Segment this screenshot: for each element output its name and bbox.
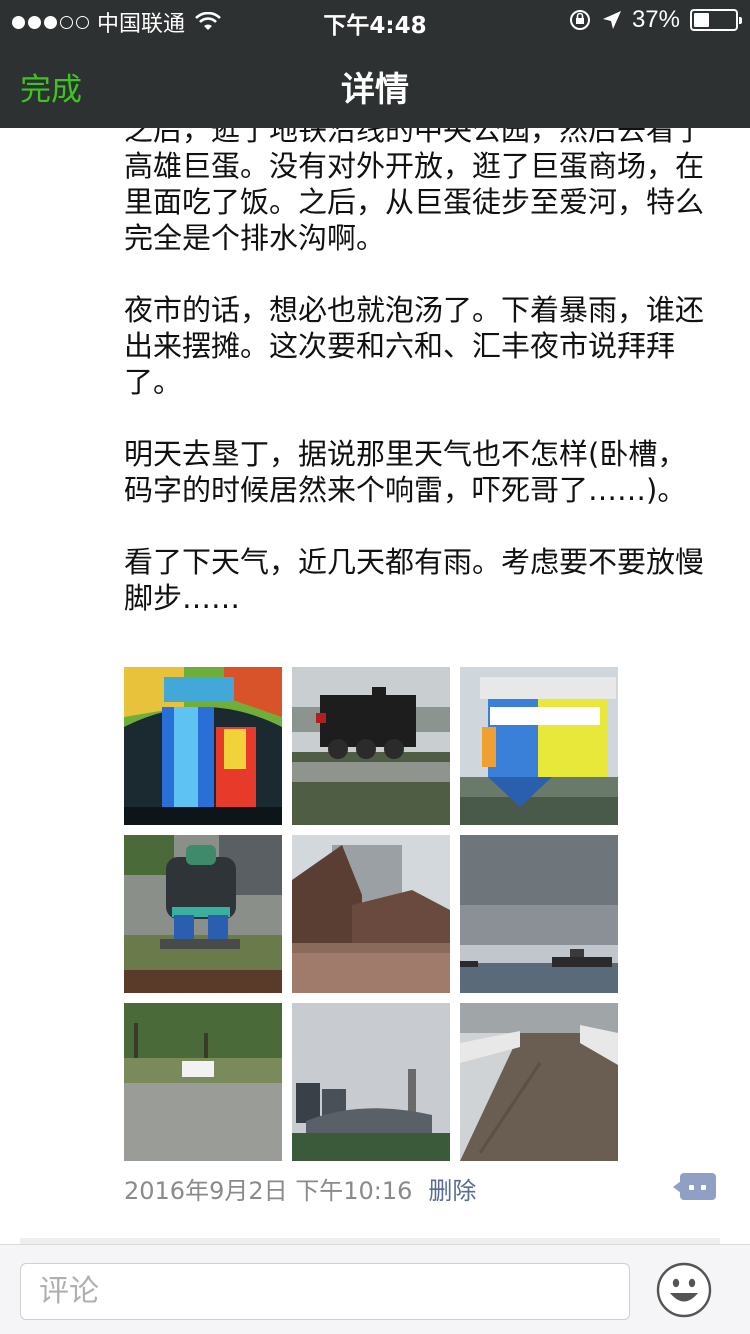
comment-bar: 评论 [0, 1244, 750, 1334]
comment-input[interactable]: 评论 [20, 1263, 630, 1320]
photo-thumbnail-5[interactable] [292, 835, 450, 993]
post-timestamp: 2016年9月2日 下午10:16 [124, 1177, 413, 1205]
post-detail: 之后，逛了地铁沿线的中央公园，然后去看了高雄巨蛋。没有对外开放，逛了巨蛋商场，在… [0, 128, 750, 1243]
photo-grid [124, 667, 618, 1161]
photo-thumbnail-3[interactable] [460, 667, 618, 825]
smiley-face-icon[interactable] [656, 1262, 712, 1318]
status-bar: 中国联通 下午4:48 37% [0, 0, 750, 40]
page-title: 详情 [341, 70, 409, 110]
photo-thumbnail-4[interactable] [124, 835, 282, 993]
rotation-lock-icon [569, 10, 590, 30]
photo-thumbnail-2[interactable] [292, 667, 450, 825]
comment-options-icon[interactable] [673, 1173, 716, 1200]
location-arrow-icon [602, 11, 621, 29]
battery-percent: 37% [631, 6, 680, 33]
photo-thumbnail-9[interactable] [460, 1003, 618, 1161]
photo-thumbnail-8[interactable] [292, 1003, 450, 1161]
photo-thumbnail-1[interactable] [124, 667, 282, 825]
delete-button[interactable]: 删除 [428, 1171, 476, 1206]
navigation-bar: 完成 详情 [0, 40, 750, 128]
post-text: 之后，逛了地铁沿线的中央公园，然后去看了高雄巨蛋。没有对外开放，逛了巨蛋商场，在… [124, 128, 705, 615]
photo-thumbnail-7[interactable] [124, 1003, 282, 1161]
battery-icon [690, 9, 742, 31]
photo-thumbnail-6[interactable] [460, 835, 618, 993]
